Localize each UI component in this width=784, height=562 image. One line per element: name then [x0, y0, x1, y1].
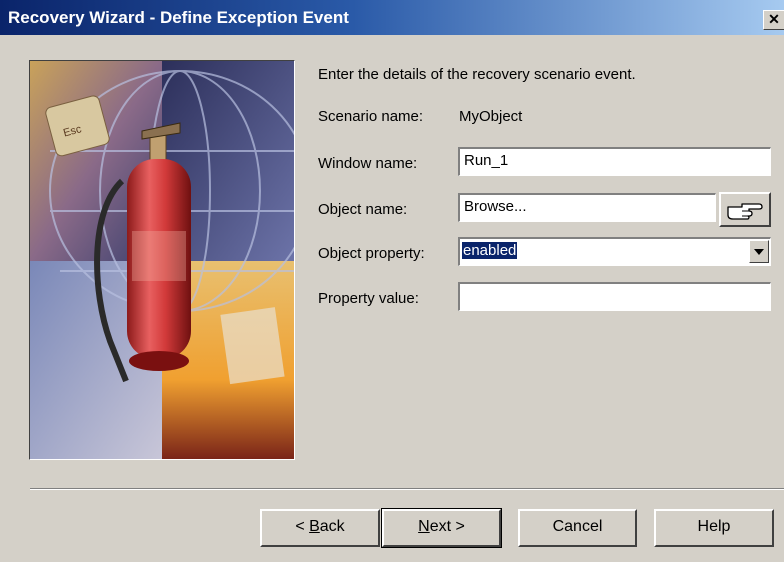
- scenario-name-label: Scenario name:: [318, 108, 424, 125]
- next-button[interactable]: Next >: [381, 508, 502, 548]
- pointing-hand-icon: [727, 202, 763, 220]
- pointing-hand-button[interactable]: [719, 192, 771, 227]
- cancel-button[interactable]: Cancel: [518, 509, 637, 547]
- object-name-field[interactable]: Browse...: [458, 193, 716, 222]
- back-button[interactable]: < Back: [260, 509, 380, 547]
- object-property-label: Object property:: [318, 245, 425, 262]
- window-name-label: Window name:: [318, 155, 418, 172]
- object-property-dropdown-button[interactable]: [749, 240, 769, 263]
- object-name-value: Browse...: [464, 198, 527, 215]
- help-button[interactable]: Help: [654, 509, 774, 547]
- window-name-value: Run_1: [464, 152, 509, 169]
- help-label: Help: [697, 518, 731, 535]
- wizard-illustration: Esc: [29, 60, 295, 460]
- object-property-value: enabled: [462, 242, 518, 259]
- back-label: < Back: [295, 518, 345, 535]
- scenario-name-value: MyObject: [459, 108, 523, 125]
- property-value-label: Property value:: [318, 290, 419, 307]
- property-value-field[interactable]: [458, 282, 771, 311]
- intro-text: Enter the details of the recovery scenar…: [318, 66, 636, 83]
- cancel-label: Cancel: [552, 518, 603, 535]
- title-bar[interactable]: Recovery Wizard - Define Exception Event…: [0, 0, 784, 35]
- window-name-field[interactable]: Run_1: [458, 147, 771, 176]
- window-title: Recovery Wizard - Define Exception Event: [8, 8, 349, 27]
- close-button[interactable]: ✕: [763, 10, 784, 30]
- button-separator: [30, 488, 784, 490]
- fire-extinguisher-image: Esc: [30, 61, 294, 459]
- object-name-label: Object name:: [318, 201, 408, 218]
- chevron-down-icon: [754, 248, 764, 255]
- next-label: Next >: [418, 518, 465, 535]
- object-property-select[interactable]: enabled: [458, 237, 771, 266]
- close-icon: ✕: [768, 11, 780, 27]
